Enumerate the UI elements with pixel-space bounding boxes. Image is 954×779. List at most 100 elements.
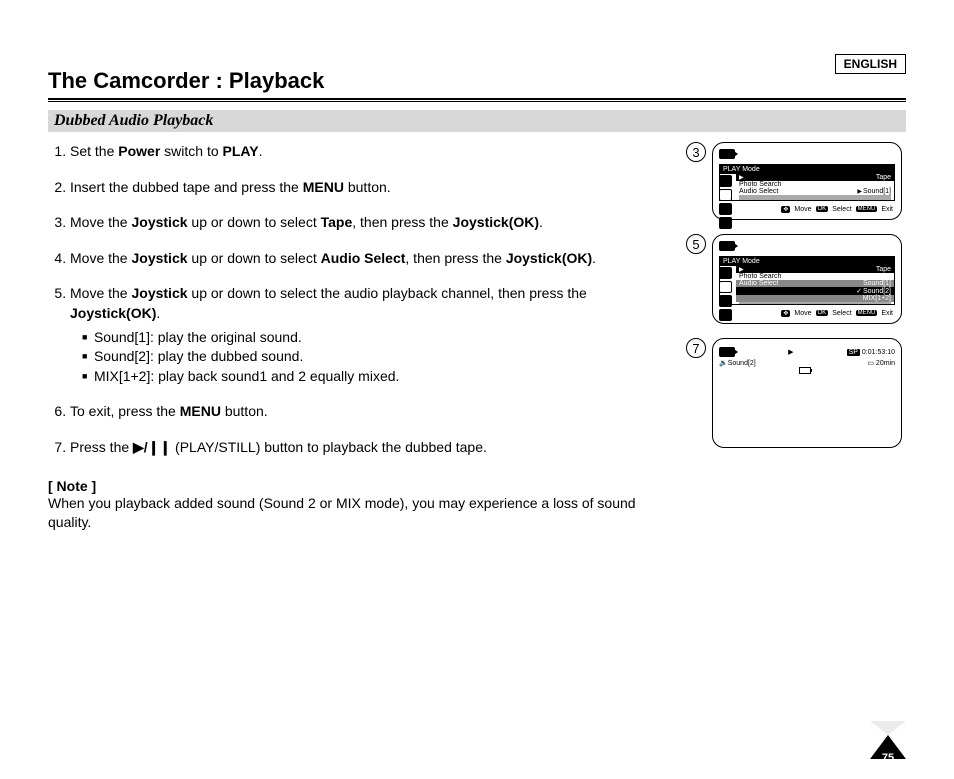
text-bold: MENU [180, 403, 221, 419]
text-bold: Tape [321, 214, 353, 230]
step-4: Move the Joystick up or down to select A… [70, 249, 676, 269]
menu-divider [739, 199, 891, 200]
page-title: The Camcorder : Playback [48, 68, 906, 94]
text-bold: Power [118, 143, 160, 159]
text: button. [344, 179, 391, 195]
play-still-icon: ▶/❙❙ [133, 439, 171, 455]
menu-footer: ✥ Move OKSelect MENUExit [719, 305, 895, 319]
value: Sound[1] [857, 188, 891, 195]
timecode: 0:01:53:10 [862, 349, 895, 356]
footer-exit: Exit [881, 206, 893, 213]
instruction-column: Set the Power switch to PLAY. Insert the… [48, 142, 686, 533]
text: . [539, 214, 543, 230]
text: Move the [70, 250, 131, 266]
menu-item-audio-select: Audio Select Sound[1] [736, 280, 894, 287]
option-mix: MIX[1+2] [736, 295, 894, 302]
text-bold: Joystick(OK) [70, 305, 156, 321]
text-bold: Joystick [131, 250, 187, 266]
ok-icon: OK [816, 206, 829, 212]
footer-select: Select [832, 310, 851, 317]
text-bold: Joystick [131, 285, 187, 301]
category-icon [719, 217, 732, 229]
menu-item-photo-search: Photo Search [736, 273, 894, 280]
text: . [592, 250, 596, 266]
step-3: Move the Joystick up or down to select T… [70, 213, 676, 233]
text: . [156, 305, 160, 321]
cassette-icon: ▭ [867, 360, 874, 367]
menu-divider [739, 303, 891, 304]
menu-item-tape: Tape [736, 266, 894, 273]
text: up or down to select the audio playback … [188, 285, 587, 301]
menu-category-icons [719, 175, 732, 229]
osd-screen-7: ▶ SP 0:01:53:10 🔉Sound[2] ▭ 20min [712, 338, 902, 448]
category-icon [719, 281, 732, 293]
text: Move the [70, 214, 131, 230]
check-icon [856, 287, 863, 295]
menu-item-photo-search: Photo Search [736, 181, 894, 188]
play-icon: ▶ [788, 348, 793, 356]
text-bold: Joystick(OK) [453, 214, 539, 230]
joystick-icon: ✥ [781, 310, 790, 317]
step-2: Insert the dubbed tape and press the MEN… [70, 178, 676, 198]
remaining-time: 20min [876, 360, 895, 367]
text: button. [221, 403, 268, 419]
text: (PLAY/STILL) button to playback the dubb… [171, 439, 487, 455]
text-bold: PLAY [223, 143, 259, 159]
category-icon [719, 309, 732, 321]
text-bold: Joystick [131, 214, 187, 230]
category-icon [719, 295, 732, 307]
category-icon [719, 203, 732, 215]
figure-number-7: 7 [686, 338, 706, 358]
camcorder-icon [719, 241, 735, 251]
menu-item-tape: Tape [736, 174, 894, 181]
text-bold: Joystick(OK) [506, 250, 592, 266]
camcorder-icon [719, 347, 735, 357]
footer-move: Move [794, 310, 811, 317]
text: up or down to select [188, 214, 321, 230]
step-5-option-3: MIX[1+2]: play back sound1 and 2 equally… [82, 367, 676, 387]
label: Audio Select [739, 188, 778, 195]
text: , then press the [405, 250, 505, 266]
menu-footer: ✥Move OKSelect MENUExit [719, 201, 895, 215]
label: Sound[2] [863, 288, 891, 295]
osd-screen-3: PLAY Mode Tape Photo Search Audio Select… [712, 142, 902, 220]
text: Set the [70, 143, 118, 159]
menu-item-audio-select: Audio Select Sound[1] [736, 188, 894, 195]
osd-screen-5: PLAY Mode Tape Photo Search Audio Select… [712, 234, 902, 324]
text: Press the [70, 439, 133, 455]
footer-move: Move [794, 206, 811, 213]
menu-icon: MENU [856, 206, 878, 212]
text: up or down to select [188, 250, 321, 266]
text: . [259, 143, 263, 159]
battery-icon [799, 367, 811, 374]
figures-column: 3 PLAY Mode Tape Photo Search [686, 142, 906, 533]
menu-icon: MENU [856, 310, 878, 316]
title-rule [48, 98, 906, 100]
ok-icon: OK [816, 310, 829, 316]
label: Audio Select [739, 280, 778, 287]
step-7: Press the ▶/❙❙ (PLAY/STILL) button to pl… [70, 438, 676, 458]
category-icon [719, 175, 732, 187]
text: switch to [160, 143, 222, 159]
option-sound1: Sound[1] [863, 280, 891, 287]
figure-number-3: 3 [686, 142, 706, 162]
sp-indicator: SP [847, 349, 860, 356]
page-number: 75 [870, 752, 906, 764]
figure-number-5: 5 [686, 234, 706, 254]
text: Insert the dubbed tape and press the [70, 179, 303, 195]
title-rule-thin [48, 101, 906, 102]
step-5-option-2: Sound[2]: play the dubbed sound. [82, 347, 676, 367]
language-label: ENGLISH [835, 54, 906, 74]
category-icon [719, 267, 732, 279]
footer-exit: Exit [881, 310, 893, 317]
text-bold: MENU [303, 179, 344, 195]
category-icon [719, 189, 732, 201]
text: , then press the [352, 214, 452, 230]
menu-title: PLAY Mode [720, 165, 894, 174]
option-sound2: Sound[2] [736, 287, 894, 295]
text: Move the [70, 285, 131, 301]
tape-icon: 🔉 [719, 360, 728, 367]
step-5: Move the Joystick up or down to select t… [70, 284, 676, 386]
menu-category-icons [719, 267, 732, 321]
text-bold: Audio Select [321, 250, 406, 266]
